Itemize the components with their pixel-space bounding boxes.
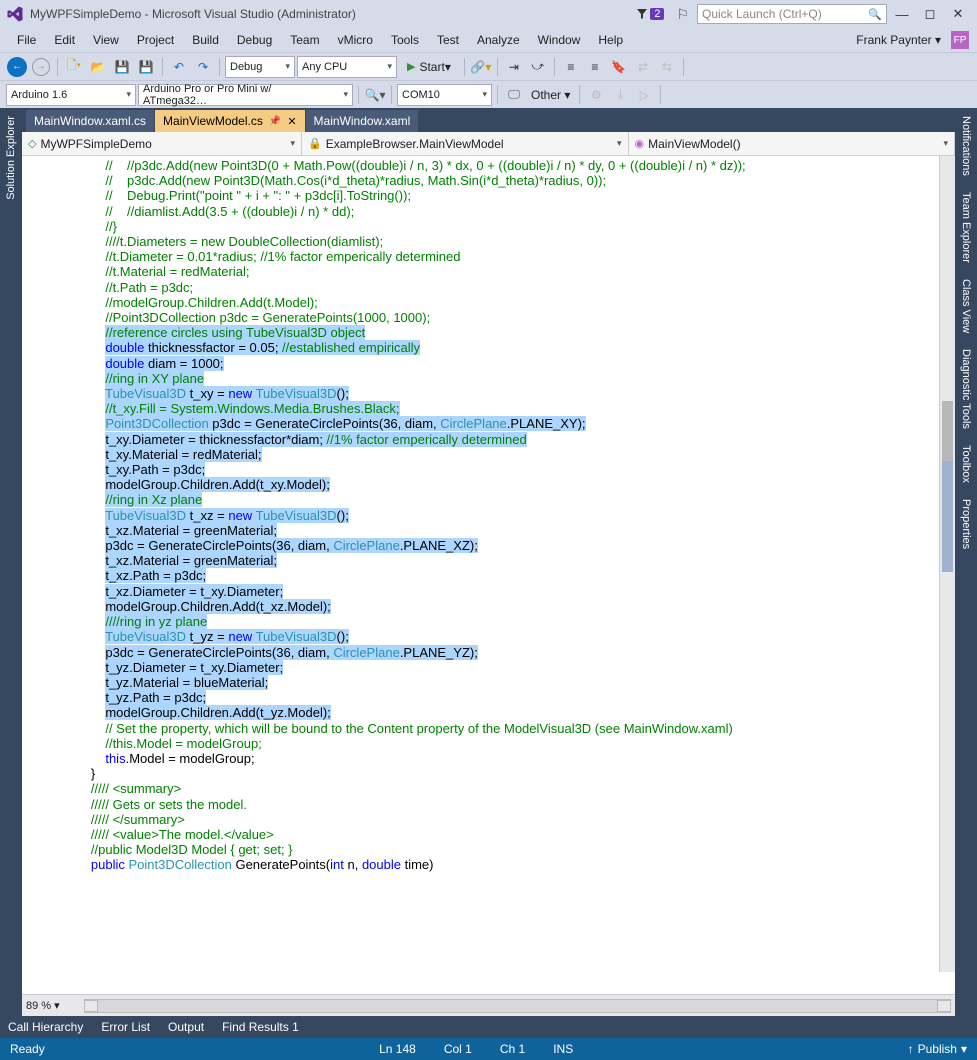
- status-col: Col 1: [444, 1042, 472, 1056]
- standard-toolbar: ← → 🗋▾ 📂 💾 💾 ↶ ↷ Debug Any CPU ▶Start ▾ …: [0, 52, 977, 80]
- document-tabs: MainWindow.xaml.cs MainViewModel.cs📌✕ Ma…: [22, 108, 955, 132]
- close-button[interactable]: ✕: [945, 6, 971, 22]
- properties-tab[interactable]: Properties: [958, 491, 974, 557]
- menu-build[interactable]: Build: [183, 33, 228, 47]
- output-tab[interactable]: Output: [168, 1020, 204, 1034]
- bottom-tool-tabs: Call Hierarchy Error List Output Find Re…: [0, 1016, 977, 1038]
- toolbox-tab[interactable]: Toolbox: [958, 437, 974, 491]
- redo-button[interactable]: ↷: [192, 56, 214, 78]
- notifications-badge[interactable]: 2: [636, 8, 664, 20]
- status-ch: Ch 1: [500, 1042, 525, 1056]
- vs-logo-icon: [6, 5, 24, 23]
- diagnostic-tools-tab[interactable]: Diagnostic Tools: [958, 341, 974, 437]
- nav-back-button[interactable]: ←: [6, 56, 28, 78]
- vmicro-toolbar: Arduino 1.6 Arduino Pro or Pro Mini w/ A…: [0, 80, 977, 108]
- nav-forward-button[interactable]: →: [30, 56, 52, 78]
- filter-icon: [636, 8, 648, 20]
- menu-view[interactable]: View: [84, 33, 128, 47]
- zoom-select[interactable]: 89 % ▾: [26, 999, 76, 1012]
- quick-launch-input[interactable]: Quick Launch (Ctrl+Q): [697, 4, 887, 24]
- error-list-tab[interactable]: Error List: [101, 1020, 150, 1034]
- new-project-button[interactable]: 🗋▾: [63, 56, 85, 78]
- title-bar: MyWPFSimpleDemo - Microsoft Visual Studi…: [0, 0, 977, 28]
- status-bar: Ready Ln 148 Col 1 Ch 1 INS ↑ Publish ▾: [0, 1038, 977, 1060]
- feedback-icon[interactable]: ⚐: [676, 6, 689, 23]
- step-into-icon[interactable]: ⇥: [503, 56, 525, 78]
- indent-left-icon[interactable]: ≡: [560, 56, 582, 78]
- editor-zone: MainWindow.xaml.cs MainViewModel.cs📌✕ Ma…: [22, 108, 955, 1016]
- search-icon[interactable]: 🔍▾: [364, 84, 386, 106]
- platform-select[interactable]: Any CPU: [297, 56, 397, 78]
- menu-help[interactable]: Help: [589, 33, 632, 47]
- team-explorer-tab[interactable]: Team Explorer: [958, 184, 974, 271]
- menu-bar: File Edit View Project Build Debug Team …: [0, 28, 977, 52]
- step-over-icon[interactable]: ⤻: [527, 56, 549, 78]
- port-select[interactable]: COM10: [397, 84, 492, 106]
- horizontal-scrollbar[interactable]: [84, 999, 951, 1013]
- member-combo[interactable]: ◉MainViewModel(): [629, 132, 956, 155]
- menu-debug[interactable]: Debug: [228, 33, 281, 47]
- notifications-tab[interactable]: Notifications: [958, 108, 974, 184]
- find-results-tab[interactable]: Find Results 1: [222, 1020, 299, 1034]
- maximize-button[interactable]: ◻: [917, 6, 943, 22]
- minimize-button[interactable]: —: [889, 7, 915, 22]
- project-combo[interactable]: ◇MyWPFSimpleDemo: [22, 132, 302, 155]
- gear-icon[interactable]: ⚙: [585, 84, 607, 106]
- save-button[interactable]: 💾: [111, 56, 133, 78]
- user-avatar[interactable]: FP: [951, 31, 969, 49]
- status-ready: Ready: [10, 1042, 45, 1056]
- browser-link-button[interactable]: 🔗▾: [470, 56, 492, 78]
- uncomment-icon[interactable]: ⇆: [656, 56, 678, 78]
- menu-vmicro[interactable]: vMicro: [329, 33, 382, 47]
- class-combo[interactable]: 🔒ExampleBrowser.MainViewModel: [302, 132, 629, 155]
- menu-file[interactable]: File: [8, 33, 45, 47]
- bookmark-icon[interactable]: 🔖: [608, 56, 630, 78]
- class-view-tab[interactable]: Class View: [958, 271, 974, 341]
- editor-footer: 89 % ▾: [22, 994, 955, 1016]
- indent-right-icon[interactable]: ≡: [584, 56, 606, 78]
- call-hierarchy-tab[interactable]: Call Hierarchy: [8, 1020, 83, 1034]
- arduino-ide-select[interactable]: Arduino 1.6: [6, 84, 136, 106]
- menu-edit[interactable]: Edit: [45, 33, 84, 47]
- tab-mainwindow-xaml[interactable]: MainWindow.xaml: [306, 110, 419, 132]
- left-tool-rail: Solution Explorer: [0, 108, 22, 1016]
- status-line: Ln 148: [379, 1042, 416, 1056]
- comment-icon[interactable]: ⇄: [632, 56, 654, 78]
- status-ins: INS: [553, 1042, 573, 1056]
- serial-monitor-icon[interactable]: 🖵: [503, 84, 525, 106]
- close-icon[interactable]: ✕: [287, 115, 296, 128]
- play-icon[interactable]: ▷: [633, 84, 655, 106]
- tab-mainwindow-xaml-cs[interactable]: MainWindow.xaml.cs: [26, 110, 154, 132]
- pin-icon[interactable]: 📌: [269, 116, 281, 127]
- menu-test[interactable]: Test: [428, 33, 468, 47]
- window-title: MyWPFSimpleDemo - Microsoft Visual Studi…: [30, 7, 356, 21]
- menu-team[interactable]: Team: [281, 33, 328, 47]
- other-menu[interactable]: Other ▾: [527, 88, 574, 102]
- solution-explorer-tab[interactable]: Solution Explorer: [3, 108, 19, 208]
- undo-button[interactable]: ↶: [168, 56, 190, 78]
- start-debug-button[interactable]: ▶Start ▾: [399, 60, 459, 74]
- menu-analyze[interactable]: Analyze: [468, 33, 529, 47]
- open-file-button[interactable]: 📂: [87, 56, 109, 78]
- menu-window[interactable]: Window: [529, 33, 590, 47]
- navigation-bar: ◇MyWPFSimpleDemo 🔒ExampleBrowser.MainVie…: [22, 132, 955, 156]
- vertical-scrollbar[interactable]: [939, 156, 955, 972]
- tab-mainviewmodel-cs[interactable]: MainViewModel.cs📌✕: [155, 110, 305, 132]
- save-all-button[interactable]: 💾: [135, 56, 157, 78]
- config-select[interactable]: Debug: [225, 56, 295, 78]
- menu-tools[interactable]: Tools: [382, 33, 428, 47]
- publish-button[interactable]: ↑ Publish ▾: [908, 1042, 967, 1056]
- menu-project[interactable]: Project: [128, 33, 183, 47]
- board-select[interactable]: Arduino Pro or Pro Mini w/ ATmega32…: [138, 84, 353, 106]
- main-area: Solution Explorer MainWindow.xaml.cs Mai…: [0, 108, 977, 1016]
- code-editor[interactable]: // //p3dc.Add(new Point3D(0 + Math.Pow((…: [22, 156, 955, 994]
- signed-in-user[interactable]: Frank Paynter ▾: [856, 33, 947, 47]
- right-tool-rail: Notifications Team Explorer Class View D…: [955, 108, 977, 1016]
- upload-icon[interactable]: ⤓: [609, 84, 631, 106]
